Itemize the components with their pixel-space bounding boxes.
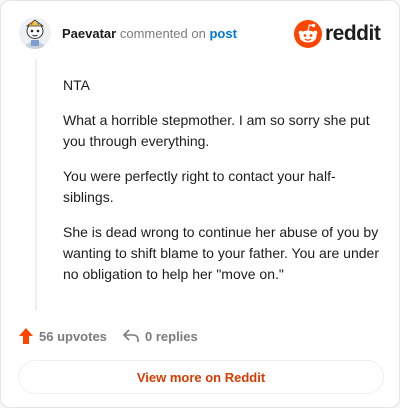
thread-line	[35, 59, 37, 311]
upvote-icon	[19, 328, 33, 344]
replies-count: 0 replies	[145, 328, 198, 344]
reddit-logo-icon	[294, 20, 322, 48]
comment-paragraph: NTA	[63, 77, 90, 93]
embedded-comment-card: Paevatar commented on post reddit NTA Wh…	[0, 0, 400, 408]
upvotes-stat[interactable]: 56 upvotes	[19, 326, 107, 346]
comment-header: Paevatar commented on post reddit	[17, 17, 383, 53]
avatar[interactable]	[19, 17, 51, 49]
comment-meta: Paevatar commented on post	[62, 26, 237, 42]
username-link[interactable]: Paevatar	[62, 26, 116, 41]
action-text: commented on	[119, 26, 206, 41]
post-link[interactable]: post	[209, 26, 236, 41]
comment-paragraph: What a horrible stepmother. I am so sorr…	[63, 112, 370, 149]
replies-stat[interactable]: 0 replies	[123, 326, 198, 346]
view-more-button[interactable]: View more on Reddit	[18, 360, 384, 394]
comment-paragraph: She is dead wrong to continue her abuse …	[63, 224, 379, 282]
upvotes-count: 56 upvotes	[39, 328, 107, 344]
reddit-brand[interactable]: reddit	[293, 19, 381, 49]
comment-paragraph: You were perfectly right to contact your…	[63, 168, 336, 205]
comment-body: NTA What a horrible stepmother. I am so …	[63, 75, 383, 299]
brand-wordmark: reddit	[325, 22, 381, 45]
reply-icon	[123, 329, 139, 342]
